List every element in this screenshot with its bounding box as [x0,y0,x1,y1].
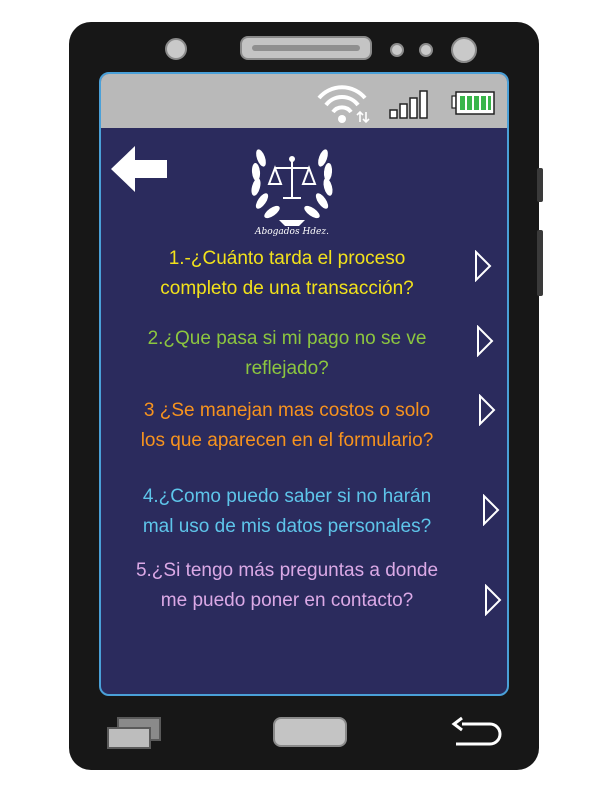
chevron-right-icon[interactable] [473,250,493,282]
battery-icon [451,91,495,115]
faq-item-2-line1: 2.¿Que pasa si mi pago no se ve [147,328,427,349]
chevron-right-icon[interactable] [477,394,497,426]
left-arrow-icon[interactable] [111,144,169,194]
faq-item-2[interactable]: 2.¿Que pasa si mi pago no se ve reflejad… [101,324,473,384]
faq-item-4-line1: 4.¿Como puedo saber si no harán [142,486,432,507]
wifi-icon [317,85,370,124]
faq-item-5-line2: me puedo poner en contacto? [160,590,414,611]
back-icon[interactable] [450,716,506,748]
faq-item-4[interactable]: 4.¿Como puedo saber si no harán mal uso … [101,482,473,542]
faq-item-3-line2: los que aparecen en el formulario? [140,430,434,451]
faq-item-3[interactable]: 3 ¿Se manejan mas costos o solo los que … [101,396,473,456]
faq-item-3-line1: 3 ¿Se manejan mas costos o solo [143,400,431,421]
faq-item-1[interactable]: 1.-¿Cuánto tarda el proceso completo de … [101,244,473,304]
sensor-camera [451,37,477,63]
chevron-right-icon[interactable] [475,325,495,357]
chevron-right-icon[interactable] [483,584,503,616]
faq-item-2-line2: reflejado? [245,358,329,379]
faq-item-1-line2: completo de una transacción? [160,278,414,299]
faq-item-5[interactable]: 5.¿Si tengo más preguntas a donde me pue… [101,556,473,616]
faq-item-1-line1: 1.-¿Cuánto tarda el proceso [168,248,406,269]
side-button-volume [537,230,543,296]
signal-icon [389,90,428,119]
side-button-top [537,168,543,202]
phone-screen: Abogados Hdez. 1.-¿Cuánto tarda el proce… [99,72,509,696]
recent-apps-icon[interactable] [106,716,164,750]
law-firm-logo [251,149,333,226]
faq-item-5-line1: 5.¿Si tengo más preguntas a donde [135,560,439,581]
home-button[interactable] [272,716,348,748]
speaker-grille [240,36,372,60]
faq-item-4-line2: mal uso de mis datos personales? [142,516,432,537]
sensor-dot [390,43,404,57]
chevron-right-icon[interactable] [481,494,501,526]
logo-text: Abogados Hdez. [254,227,329,237]
sensor-dot [419,43,433,57]
status-bar [101,74,507,128]
front-camera [165,38,187,60]
